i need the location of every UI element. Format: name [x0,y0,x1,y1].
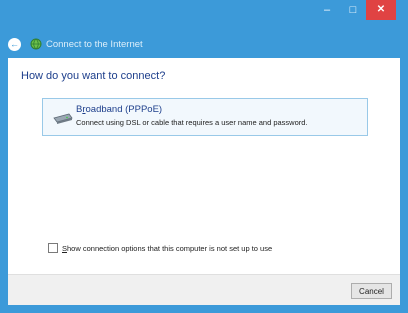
back-arrow-icon[interactable]: ← [8,37,21,51]
cancel-button[interactable]: Cancel [351,283,392,299]
page-heading: How do you want to connect? [21,70,166,82]
show-options-label-text: how connection options that this compute… [67,243,273,253]
network-globe-icon [30,38,42,50]
window-frame: – □ ✕ ← Connect to the Internet How do y… [0,0,408,313]
wizard-nav: ← Connect to the Internet [8,36,143,52]
maximize-button[interactable]: □ [340,0,366,20]
option-title: Broadband (PPPoE) [76,104,162,115]
show-options-label[interactable]: Show connection options that this comput… [62,244,272,253]
wizard-content: How do you want to connect? Broadband (P… [8,58,400,274]
minimize-button[interactable]: – [314,0,340,20]
button-bar: Cancel [8,274,400,305]
broadband-modem-icon [53,113,73,124]
close-button[interactable]: ✕ [366,0,396,20]
title-bar: – □ ✕ [0,0,408,30]
window-controls: – □ ✕ [314,0,396,20]
option-description: Connect using DSL or cable that requires… [76,118,308,127]
wizard-title: Connect to the Internet [46,38,143,50]
broadband-option[interactable]: Broadband (PPPoE) Connect using DSL or c… [42,98,368,136]
show-options-checkbox[interactable] [48,243,58,253]
option-title-rest: oadband (PPPoE) [85,104,163,115]
show-options-row: Show connection options that this comput… [48,243,272,253]
